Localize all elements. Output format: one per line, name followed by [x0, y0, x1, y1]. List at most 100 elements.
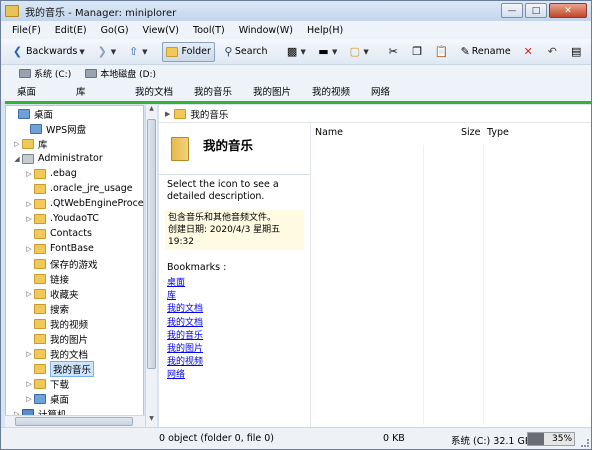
up-button[interactable]: ⇧ ▼ [123, 42, 151, 62]
expand-arrow-icon[interactable]: ▷ [24, 395, 34, 403]
fav-pictures[interactable]: 我的图片 [253, 84, 312, 98]
forward-button[interactable]: ❯ ▼ [92, 42, 120, 62]
path-current[interactable]: 我的音乐 [190, 107, 228, 121]
expand-arrow-icon[interactable]: ▷ [24, 245, 34, 253]
drive-d[interactable]: 本地磁盘 (D:) [85, 67, 156, 80]
tree-item[interactable]: ▷ .YoudaoTC [24, 211, 99, 226]
tree-item[interactable]: ▷ FontBase [24, 241, 94, 256]
minimize-button[interactable]: — [501, 3, 523, 18]
tree-item[interactable]: 我的图片 [34, 331, 88, 346]
tree-item[interactable]: ▷ 我的文档 [24, 346, 88, 361]
bookmark-link[interactable]: 我的视频 [159, 356, 310, 369]
tree-horizontal-scrollbar[interactable] [5, 415, 145, 427]
menu-tool[interactable]: Tool(T) [186, 25, 232, 36]
file-list[interactable]: Name Size Type [311, 123, 591, 427]
expand-arrow-icon[interactable]: ▷ [24, 380, 34, 388]
tree-item[interactable]: ◢ Administrator [12, 151, 102, 166]
downloads-icon [34, 378, 46, 389]
menu-help[interactable]: Help(H) [300, 25, 350, 36]
view-mode-button[interactable]: ▩ ▼ [282, 42, 310, 62]
fav-library[interactable]: 库 [76, 84, 135, 98]
folder-app-icon [5, 5, 19, 17]
copy-button[interactable]: ❐ [407, 42, 428, 62]
chevron-down-icon: ▼ [331, 47, 338, 56]
bookmark-link[interactable]: 桌面 [159, 277, 310, 290]
tree-item[interactable]: ▷ .ebag [24, 166, 76, 181]
tree-item[interactable]: ▷ 下载 [24, 376, 69, 391]
bookmark-link[interactable]: 我的文档 [159, 303, 310, 316]
tree-item-selected[interactable]: 我的音乐 [34, 360, 95, 377]
info-description: Select the icon to see a detailed descri… [167, 179, 279, 202]
scroll-down-arrow-icon[interactable]: ▼ [146, 415, 157, 427]
maximize-button[interactable]: □ [525, 3, 547, 18]
collapse-arrow-icon[interactable]: ◢ [12, 155, 22, 163]
tree-item[interactable]: 桌面 [8, 106, 53, 121]
expand-arrow-icon[interactable]: ▷ [24, 215, 34, 223]
drive-c-label: 系统 (C:) [34, 69, 72, 80]
delete-button[interactable]: ✕ [518, 42, 539, 62]
expand-arrow-icon[interactable]: ▷ [24, 170, 34, 178]
folder-toggle-button[interactable]: Folder [161, 41, 215, 62]
tree-item[interactable]: .oracle_jre_usage [34, 181, 133, 196]
tree-item-label: 我的音乐 [50, 360, 95, 377]
fav-music[interactable]: 我的音乐 [194, 84, 253, 98]
rename-button[interactable]: ✎ Rename [455, 42, 515, 62]
paste-button[interactable]: 📋 [431, 42, 452, 62]
properties-button[interactable]: ▤ [566, 42, 587, 62]
menu-file[interactable]: File(F) [5, 25, 48, 36]
tree-item[interactable]: WPS网盘 [20, 121, 86, 136]
backwards-button[interactable]: ❮ Backwards ▼ [7, 42, 89, 62]
tree-item[interactable]: ▷ 桌面 [24, 391, 69, 406]
tree-item-label: 我的图片 [50, 334, 89, 346]
tree-item[interactable]: Contacts [34, 226, 92, 241]
title-bar[interactable]: 我的音乐 - Manager: miniplorer — □ ✕ [1, 1, 591, 21]
undo-button[interactable]: ↶ [542, 42, 563, 62]
column-header-size[interactable]: Size [461, 123, 481, 141]
scrollbar-thumb[interactable] [15, 417, 133, 426]
bookmark-link[interactable]: 库 [159, 290, 310, 303]
tree-item[interactable]: 我的视频 [34, 316, 88, 331]
tree-item[interactable]: 保存的游戏 [34, 256, 98, 271]
drive-c[interactable]: 系统 (C:) [19, 67, 71, 80]
menu-edit[interactable]: Edit(E) [48, 25, 94, 36]
bookmark-link[interactable]: 我的文档 [159, 317, 310, 330]
fav-videos[interactable]: 我的视频 [312, 84, 371, 98]
chevron-down-icon: ▼ [300, 47, 306, 56]
bookmark-link[interactable]: 我的音乐 [159, 330, 310, 343]
expand-arrow-icon[interactable]: ▷ [12, 140, 22, 148]
fav-network[interactable]: 网络 [371, 84, 430, 98]
fav-documents[interactable]: 我的文档 [135, 84, 194, 98]
cut-button[interactable]: ✂ [383, 42, 404, 62]
menu-view[interactable]: View(V) [136, 25, 186, 36]
scrollbar-thumb[interactable] [147, 119, 156, 369]
menu-go[interactable]: Go(G) [94, 25, 136, 36]
tree-vertical-scrollbar[interactable]: ▲ ▼ [145, 105, 157, 427]
links-icon [34, 273, 46, 284]
tree-item[interactable]: 链接 [34, 271, 69, 286]
resize-grip-icon[interactable] [581, 439, 589, 447]
favorites-menu-button[interactable]: ▢ ▼ [344, 42, 372, 62]
bookmark-link[interactable]: 网络 [159, 369, 310, 382]
path-bar[interactable]: ▶ 我的音乐 [159, 105, 591, 123]
large-folder-icon[interactable] [171, 137, 189, 161]
path-arrow-icon[interactable]: ▶ [165, 110, 170, 118]
column-header-name[interactable]: Name [315, 123, 343, 141]
tree-item[interactable]: ▷ 收藏夹 [24, 286, 79, 301]
expand-arrow-icon[interactable]: ▷ [24, 290, 34, 298]
chevron-down-icon: ▼ [363, 47, 369, 56]
search-button[interactable]: ⚲ Search [218, 42, 272, 62]
column-header-type[interactable]: Type [487, 123, 509, 141]
fav-desktop[interactable]: 桌面 [17, 84, 76, 98]
close-button[interactable]: ✕ [549, 3, 587, 18]
expand-arrow-icon[interactable]: ▷ [24, 350, 34, 358]
tree-item[interactable]: 搜索 [34, 301, 69, 316]
drive-menu-button[interactable]: ▬ ▼ [313, 42, 341, 62]
expand-arrow-icon[interactable]: ▷ [24, 200, 34, 208]
bookmark-link[interactable]: 我的图片 [159, 343, 310, 356]
scroll-up-arrow-icon[interactable]: ▲ [146, 105, 157, 117]
tree-item[interactable]: ▷ 库 [12, 136, 48, 151]
tree-item[interactable]: ▷ .QtWebEngineProces [24, 196, 143, 211]
pictures-icon [34, 333, 46, 344]
desktop-icon [34, 393, 46, 404]
menu-window[interactable]: Window(W) [232, 25, 300, 36]
